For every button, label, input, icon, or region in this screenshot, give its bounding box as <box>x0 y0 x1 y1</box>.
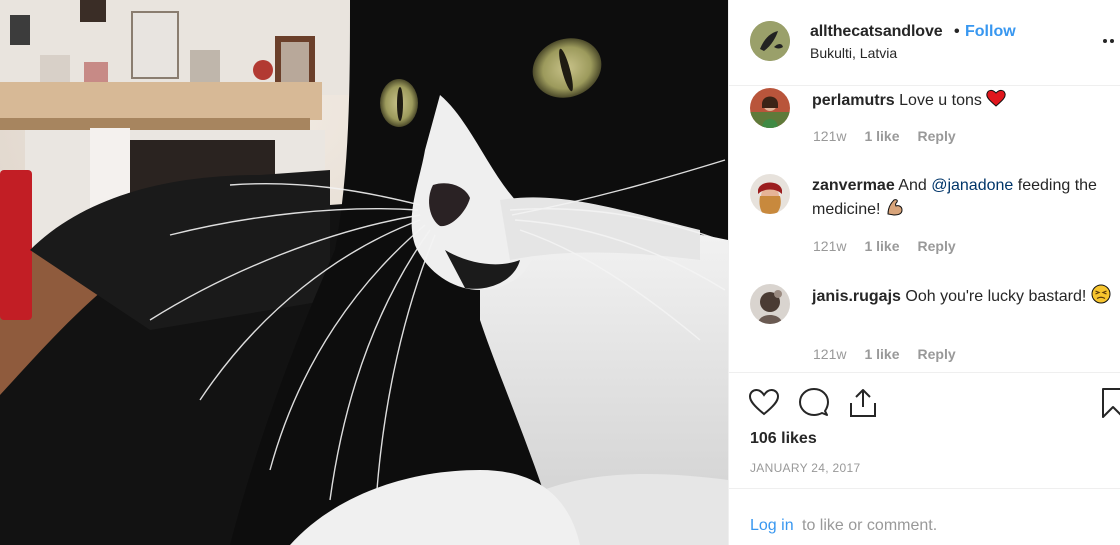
separator-dot: • <box>954 23 960 40</box>
login-link[interactable]: Log in <box>750 517 794 535</box>
more-options-icon[interactable] <box>1103 30 1120 50</box>
comment-likes[interactable]: 1 like <box>864 128 899 144</box>
post-location[interactable]: Bukulti, Latvia <box>810 45 897 61</box>
comment-username[interactable]: zanvermae <box>812 177 895 194</box>
comment-age[interactable]: 121w <box>813 346 846 362</box>
comment-meta: 121w 1 like Reply <box>813 128 974 144</box>
bookmark-icon[interactable] <box>1101 387 1120 419</box>
comment-age[interactable]: 121w <box>813 238 846 254</box>
comment-text: perlamutrs Love u tons <box>812 88 1112 112</box>
commenter-avatar[interactable] <box>750 174 790 214</box>
comment-likes[interactable]: 1 like <box>864 238 899 254</box>
commenter-avatar[interactable] <box>750 284 790 324</box>
comment-meta: 121w 1 like Reply <box>813 346 974 362</box>
reply-button[interactable]: Reply <box>918 346 956 362</box>
post-date[interactable]: JANUARY 24, 2017 <box>750 461 860 475</box>
comment-meta: 121w 1 like Reply <box>813 238 974 254</box>
persevering-face-emoji-icon <box>1091 284 1111 304</box>
action-bar <box>729 372 1120 432</box>
heart-icon[interactable] <box>748 387 780 419</box>
comments-list[interactable]: perlamutrs Love u tons 121w 1 like Reply <box>729 86 1120 372</box>
likes-count[interactable]: 106 likes <box>750 430 817 448</box>
follow-button[interactable]: Follow <box>965 23 1016 41</box>
comment-body: Ooh you're lucky bastard! <box>905 288 1087 305</box>
comment-username[interactable]: janis.rugajs <box>812 288 901 305</box>
comment-footer: Log in to like or comment. <box>729 488 1120 545</box>
comment-likes[interactable]: 1 like <box>864 346 899 362</box>
comment-username[interactable]: perlamutrs <box>812 92 895 109</box>
comment-body: Love u tons <box>899 92 982 109</box>
flexed-biceps-emoji-icon <box>887 199 903 216</box>
commenter-avatar[interactable] <box>750 88 790 128</box>
red-heart-emoji-icon <box>986 89 1007 107</box>
comment-mention-link[interactable]: @janadone <box>931 177 1013 194</box>
comment-text: zanvermae And @janadone feeding the medi… <box>812 174 1112 221</box>
post-detail-panel: allthecatsandlove • Follow Bukulti, Latv… <box>728 0 1120 545</box>
post-photo[interactable] <box>0 0 728 545</box>
comment-text: janis.rugajs Ooh you're lucky bastard! <box>812 284 1112 308</box>
author-avatar[interactable] <box>750 21 790 61</box>
cat-photo-image <box>0 0 728 545</box>
login-prompt-text: to like or comment. <box>802 517 938 534</box>
comment-body: And <box>898 177 927 194</box>
reply-button[interactable]: Reply <box>918 238 956 254</box>
reply-button[interactable]: Reply <box>918 128 956 144</box>
comment-age[interactable]: 121w <box>813 128 846 144</box>
share-icon[interactable] <box>847 387 879 419</box>
comment-icon[interactable] <box>798 387 830 419</box>
post-header: allthecatsandlove • Follow Bukulti, Latv… <box>729 0 1120 86</box>
author-username[interactable]: allthecatsandlove <box>810 23 943 41</box>
